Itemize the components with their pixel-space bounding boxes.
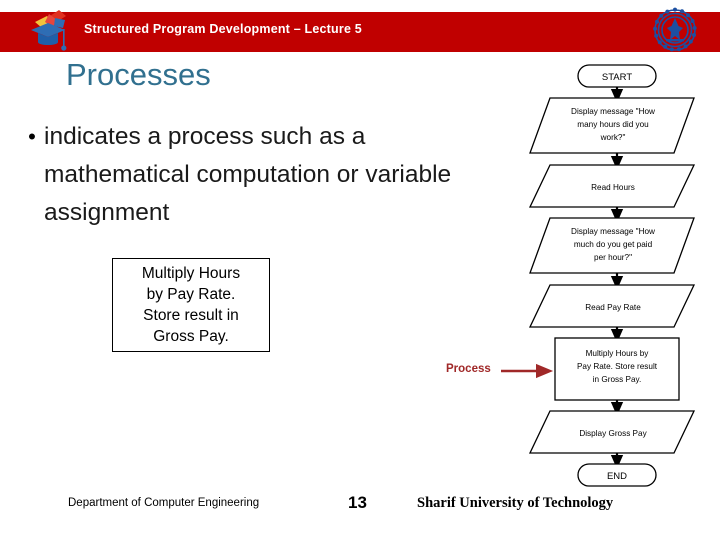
example-process-box: Multiply Hours by Pay Rate. Store result…	[112, 258, 270, 352]
flowchart: START Display message "How many hours di…	[500, 55, 720, 495]
graduation-cap-logo	[25, 6, 71, 54]
flow-node-msg-rate-label: Display message "How	[571, 227, 655, 236]
footer-university: Sharif University of Technology	[417, 495, 614, 511]
bullet-list: • indicates a process such as a mathemat…	[20, 118, 490, 232]
sharif-university-seal-graphic	[653, 7, 697, 52]
page-title: Processes	[66, 57, 211, 92]
flow-node-read-hours-label: Read Hours	[591, 183, 635, 192]
bullet-text: indicates a process such as a mathematic…	[44, 123, 452, 226]
flow-node-display-label: Display Gross Pay	[579, 429, 647, 438]
footer-page-number: 13	[348, 493, 367, 512]
flow-node-multiply-label-2: Pay Rate. Store result	[577, 362, 658, 371]
footer-department: Department of Computer Engineering	[68, 497, 260, 509]
flowchart-svg: START Display message "How many hours di…	[528, 64, 696, 487]
flow-node-msg-hours-label-2: many hours did you	[577, 120, 649, 129]
list-item: • indicates a process such as a mathemat…	[20, 118, 490, 232]
graduation-cap-logo-graphic	[31, 10, 67, 51]
example-process-box-text: Multiply Hours by Pay Rate. Store result…	[141, 265, 241, 345]
flow-node-msg-hours-label: Display message "How	[571, 107, 655, 116]
header-title: Structured Program Development – Lecture…	[84, 22, 362, 36]
bullet-dot-icon: •	[28, 124, 36, 149]
flow-node-end-label: END	[607, 471, 627, 482]
flow-node-multiply-label-3: in Gross Pay.	[593, 375, 642, 384]
flow-node-msg-rate-label-2: much do you get paid	[574, 240, 653, 249]
flow-node-msg-rate-label-3: per hour?"	[594, 253, 632, 262]
flow-node-read-rate-label: Read Pay Rate	[585, 303, 641, 312]
process-callout-label: Process	[446, 363, 491, 375]
sharif-university-seal	[652, 6, 698, 54]
process-callout-arrow-icon	[501, 363, 554, 379]
flow-node-msg-hours-label-3: work?"	[600, 133, 626, 142]
flow-node-multiply-label: Multiply Hours by	[586, 349, 650, 358]
process-callout: Process	[446, 360, 556, 384]
flow-node-start-label: START	[602, 72, 632, 83]
